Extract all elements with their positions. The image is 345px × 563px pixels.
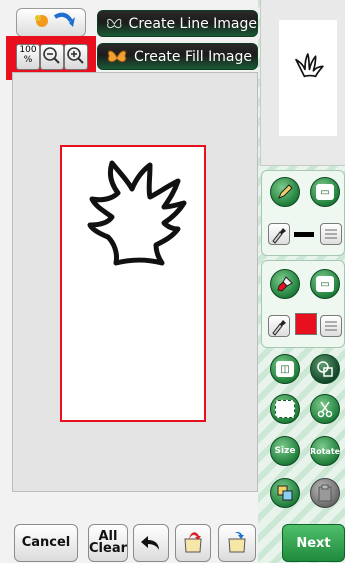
- fill-eyedropper-button[interactable]: [268, 315, 290, 337]
- clipboard-icon: [318, 484, 332, 502]
- cancel-label: Cancel: [21, 535, 71, 550]
- create-fill-image-button[interactable]: Create Fill Image: [97, 43, 258, 70]
- rect-select-icon: [275, 400, 295, 418]
- butterfly-outline-icon: [107, 18, 122, 28]
- pocket-load-icon: [184, 532, 202, 553]
- zoom-100-button[interactable]: 100 %: [16, 44, 40, 70]
- line-tools-panel: ▭: [261, 170, 345, 256]
- zoom-in-button[interactable]: [64, 44, 88, 70]
- save-pattern-button[interactable]: [218, 524, 256, 562]
- zoom-out-icon: [43, 47, 60, 64]
- line-pen-button[interactable]: [270, 177, 300, 207]
- zoom-in-icon: [67, 47, 84, 64]
- rect-select-button[interactable]: [270, 394, 300, 424]
- load-pattern-button[interactable]: [175, 524, 211, 562]
- undo-button[interactable]: [133, 524, 169, 562]
- fill-list-icon: [325, 321, 337, 331]
- line-color-swatch[interactable]: [294, 232, 314, 237]
- zoom-out-button[interactable]: [40, 44, 64, 70]
- create-fill-image-label: Create Fill Image: [134, 48, 252, 65]
- cancel-button[interactable]: Cancel: [14, 524, 78, 562]
- top-left-toolbar: 100 %: [0, 0, 96, 80]
- create-line-image-button[interactable]: Create Line Image: [97, 10, 258, 37]
- pencil-icon: [278, 184, 293, 199]
- image-import-button[interactable]: [16, 8, 86, 37]
- paint-brush-icon: [277, 276, 293, 292]
- eraser-tool-button[interactable]: ◫: [270, 354, 300, 384]
- preview-thumbnail: [279, 20, 337, 136]
- all-clear-label: All Clear: [89, 529, 127, 556]
- butterfly-filled-icon: [107, 49, 127, 62]
- grass-drawing: [87, 160, 187, 266]
- mirror-image-button[interactable]: [270, 478, 300, 508]
- select-area-icon: [317, 361, 333, 377]
- list-icon: [325, 229, 337, 239]
- cut-button[interactable]: [310, 394, 340, 424]
- image-import-icon: [35, 12, 75, 27]
- size-label: Size: [274, 446, 296, 456]
- select-tool-button[interactable]: [310, 354, 340, 384]
- next-label: Next: [296, 535, 331, 551]
- eyedropper-icon: [272, 228, 286, 244]
- line-menu-button[interactable]: [320, 223, 342, 245]
- rotate-button[interactable]: Rotate: [310, 436, 340, 466]
- rotate-label: Rotate: [309, 446, 341, 456]
- line-eyedropper-button[interactable]: [268, 223, 290, 245]
- line-eraser-button[interactable]: ▭: [310, 177, 340, 207]
- create-line-image-label: Create Line Image: [128, 15, 257, 32]
- fill-tools-panel: ▭: [261, 260, 345, 348]
- scissors-icon: [317, 401, 333, 418]
- paste-button-disabled[interactable]: [310, 478, 340, 508]
- next-button[interactable]: Next: [282, 524, 345, 562]
- eraser-icon: ◫: [276, 361, 294, 377]
- fill-eraser-icon: ▭: [316, 276, 334, 292]
- line-eraser-icon: ▭: [316, 184, 334, 200]
- pocket-save-icon: [228, 531, 246, 553]
- fill-eyedropper-icon: [272, 320, 286, 336]
- drawing-frame[interactable]: [60, 145, 206, 422]
- fill-color-swatch[interactable]: [295, 313, 317, 335]
- fill-menu-button[interactable]: [320, 315, 342, 337]
- fill-eraser-button[interactable]: ▭: [310, 269, 340, 299]
- all-clear-button[interactable]: All Clear: [88, 524, 128, 562]
- size-button[interactable]: Size: [270, 436, 300, 466]
- preview-grass-drawing: [295, 53, 324, 78]
- fill-brush-button[interactable]: [270, 269, 300, 299]
- image-mirror-icon: [277, 485, 293, 501]
- undo-icon: [141, 536, 159, 550]
